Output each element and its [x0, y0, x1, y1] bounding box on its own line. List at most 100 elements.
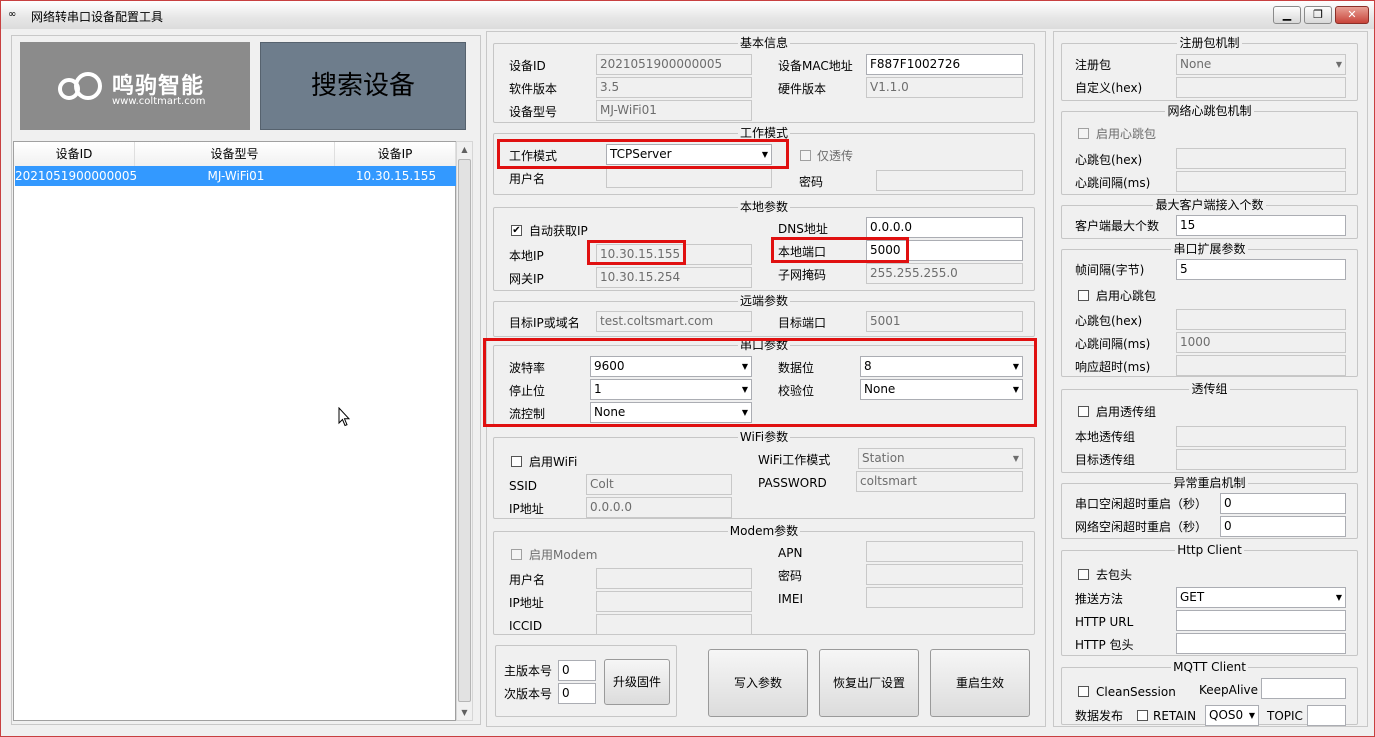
device-id-field[interactable]: 2021051900000005	[596, 54, 752, 75]
frame-interval-field[interactable]: 5	[1176, 259, 1346, 280]
wifi-mode-select[interactable]: Station ▼	[858, 448, 1023, 469]
max-client-label: 客户端最大个数	[1075, 219, 1160, 233]
heartbeat-interval-label: 心跳间隔(ms)	[1075, 176, 1151, 190]
maximize-button[interactable]: ❐	[1304, 6, 1332, 24]
serial-heartbeat-hex-label: 心跳包(hex)	[1075, 314, 1143, 328]
major-version-field[interactable]: 0	[558, 660, 596, 681]
minor-version-field[interactable]: 0	[558, 683, 596, 704]
transparent-only-checkbox[interactable]	[800, 150, 811, 161]
retain-label: RETAIN	[1153, 709, 1197, 723]
heartbeat-interval-field[interactable]	[1176, 171, 1346, 192]
local-ip-label: 本地IP	[509, 249, 544, 263]
target-pass-group-field[interactable]	[1176, 449, 1346, 470]
dns-label: DNS地址	[778, 222, 828, 236]
enable-modem-label: 启用Modem	[529, 548, 598, 562]
hardware-version-field[interactable]: V1.1.0	[866, 77, 1023, 98]
password-label: 密码	[799, 175, 824, 189]
column-header-ip[interactable]: 设备IP	[335, 142, 456, 166]
upgrade-firmware-button[interactable]: 升级固件	[604, 659, 670, 705]
register-pkg-label: 注册包	[1075, 58, 1112, 72]
qos-select[interactable]: QOS0 ▼	[1205, 705, 1259, 726]
data-bits-value: 8	[864, 359, 872, 373]
username-field[interactable]	[606, 167, 772, 188]
imei-field[interactable]	[866, 587, 1023, 608]
close-button[interactable]: ✕	[1335, 6, 1369, 24]
apn-label: APN	[778, 546, 803, 560]
auto-ip-checkbox[interactable]: ✔	[511, 225, 522, 236]
enable-modem-checkbox[interactable]	[511, 549, 522, 560]
heartbeat-hex-field[interactable]	[1176, 148, 1346, 169]
push-method-select[interactable]: GET ▼	[1176, 587, 1346, 608]
data-bits-select[interactable]: 8 ▼	[860, 356, 1023, 377]
enable-wifi-checkbox[interactable]	[511, 456, 522, 467]
serial-timeout-field[interactable]: 0	[1220, 493, 1346, 514]
software-version-field[interactable]: 3.5	[596, 77, 752, 98]
work-mode-label: 工作模式	[509, 149, 558, 163]
device-model-field[interactable]: MJ-WiFi01	[596, 100, 752, 121]
serial-heartbeat-hex-field[interactable]	[1176, 309, 1346, 330]
max-client-field[interactable]: 15	[1176, 215, 1346, 236]
iccid-field[interactable]	[596, 614, 752, 635]
http-url-field[interactable]	[1176, 610, 1346, 631]
parity-value: None	[864, 382, 896, 396]
strip-header-checkbox[interactable]	[1078, 569, 1089, 580]
ssid-field[interactable]: Colt	[586, 474, 732, 495]
parity-select[interactable]: None ▼	[860, 379, 1023, 400]
dropdown-arrow-icon: ▼	[1248, 711, 1255, 720]
http-header-field[interactable]	[1176, 633, 1346, 654]
serial-params-group: 串口参数 波特率 9600 ▼ 停止位 1 ▼ 流控制 None ▼ 数据位 8 ▼ 校…	[493, 338, 1035, 425]
serial-heartbeat-checkbox[interactable]	[1078, 290, 1089, 301]
column-header-id[interactable]: 设备ID	[14, 142, 135, 166]
write-params-button[interactable]: 写入参数	[708, 649, 808, 717]
flow-control-select[interactable]: None ▼	[590, 402, 752, 423]
work-mode-select[interactable]: TCPServer ▼	[606, 144, 772, 165]
network-timeout-field[interactable]: 0	[1220, 516, 1346, 537]
target-host-field[interactable]: test.coltsmart.com	[596, 311, 752, 332]
scroll-up-icon[interactable]: ▲	[457, 142, 472, 157]
dns-field[interactable]: 0.0.0.0	[866, 217, 1023, 238]
serial-heartbeat-interval-field[interactable]: 1000	[1176, 332, 1346, 353]
apn-field[interactable]	[866, 541, 1023, 562]
minimize-button[interactable]: ▁	[1273, 6, 1301, 24]
gateway-ip-field[interactable]: 10.30.15.254	[596, 267, 752, 288]
modem-ip-field[interactable]	[596, 591, 752, 612]
scroll-down-icon[interactable]: ▼	[457, 705, 472, 720]
custom-hex-field[interactable]	[1176, 77, 1346, 98]
modem-password-field[interactable]	[866, 564, 1023, 585]
stop-bits-select[interactable]: 1 ▼	[590, 379, 752, 400]
column-header-model[interactable]: 设备型号	[135, 142, 335, 166]
wifi-password-field[interactable]: coltsmart	[856, 471, 1023, 492]
restart-button[interactable]: 重启生效	[930, 649, 1030, 717]
baud-rate-select[interactable]: 9600 ▼	[590, 356, 752, 377]
enable-pass-group-checkbox[interactable]	[1078, 406, 1089, 417]
enable-heartbeat-checkbox[interactable]	[1078, 128, 1089, 139]
response-timeout-field[interactable]	[1176, 355, 1346, 376]
modem-password-label: 密码	[778, 569, 803, 583]
wifi-mode-label: WiFi工作模式	[758, 453, 831, 467]
local-port-field[interactable]: 5000	[866, 240, 1023, 261]
factory-reset-button[interactable]: 恢复出厂设置	[819, 649, 919, 717]
topic-field[interactable]	[1307, 705, 1346, 726]
reboot-group: 异常重启机制 串口空闲超时重启（秒） 0 网络空闲超时重启（秒） 0	[1061, 476, 1358, 539]
subnet-mask-field[interactable]: 255.255.255.0	[866, 263, 1023, 284]
wifi-ip-field[interactable]: 0.0.0.0	[586, 497, 732, 518]
remote-params-group: 远端参数 目标IP或域名 test.coltsmart.com 目标端口 500…	[493, 294, 1035, 337]
local-pass-group-field[interactable]	[1176, 426, 1346, 447]
clean-session-checkbox[interactable]	[1078, 686, 1089, 697]
http-url-label: HTTP URL	[1075, 615, 1134, 629]
local-ip-field[interactable]: 10.30.15.155	[596, 244, 752, 265]
clean-session-label: CleanSession	[1096, 685, 1176, 699]
modem-user-field[interactable]	[596, 568, 752, 589]
register-pkg-select[interactable]: None ▼	[1176, 54, 1346, 75]
search-device-button[interactable]: 搜索设备	[260, 42, 466, 130]
keepalive-field[interactable]	[1261, 678, 1346, 699]
transparent-only-label: 仅透传	[817, 149, 854, 163]
target-port-field[interactable]: 5001	[866, 311, 1023, 332]
password-field[interactable]	[876, 170, 1023, 191]
device-list-scrollbar[interactable]: ▲ ▼	[456, 141, 473, 721]
table-row[interactable]: 2021051900000005 MJ-WiFi01 10.30.15.155	[15, 166, 456, 186]
scrollbar-thumb[interactable]	[458, 159, 471, 702]
retain-checkbox[interactable]	[1137, 710, 1148, 721]
enable-pass-group-label: 启用透传组	[1096, 405, 1157, 419]
mac-field[interactable]: F887F1002726	[866, 54, 1023, 75]
